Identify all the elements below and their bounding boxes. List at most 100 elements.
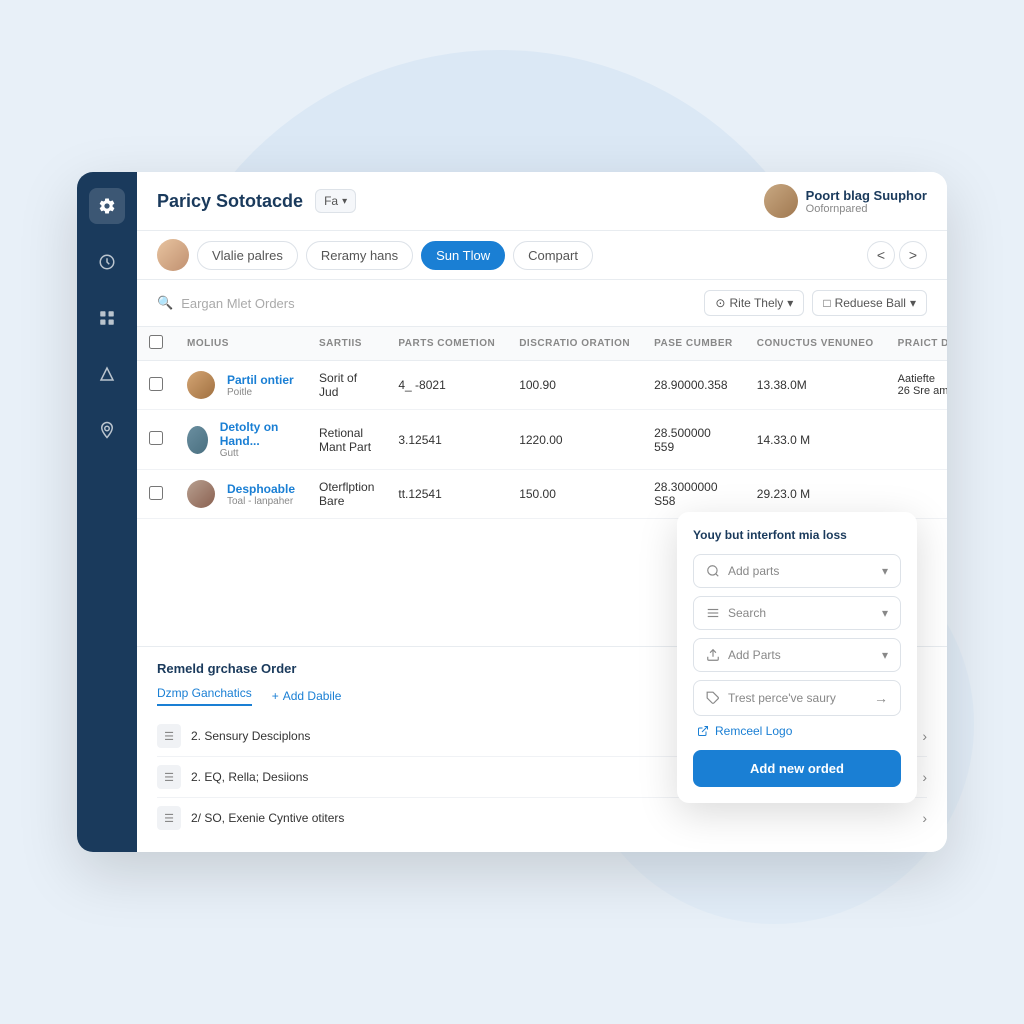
row-0-status: Sorit of Jud [307,361,386,410]
sidebar [77,172,137,852]
popup-link-label: Remceel Logo [715,724,792,738]
row-2-checkbox [137,470,175,519]
view-selector-label: Fa [324,194,338,208]
row-name-1[interactable]: Detolty on Hand... [220,420,295,448]
popup-item-arrow-label: Trest perce've saury [728,691,836,705]
list-item-arrow-0: › [922,728,927,744]
top-bar-left: Paricy Sototacde Fa ▾ [157,189,356,213]
col-checkbox [137,327,175,361]
bottom-tab-1[interactable]: Dzmp Ganchatics [157,686,252,706]
row-checkbox-2[interactable] [149,486,163,500]
top-bar-right: Poort blag Suuphor Oofornpared [764,184,927,218]
filter-icon-1: ⊙ [715,296,725,310]
list-icon-popup [706,606,720,620]
select-all-checkbox[interactable] [149,335,163,349]
table-row: Partil ontier Poitle Sorit of Jud 4_ -80… [137,361,947,410]
row-avatar-0 [187,371,215,399]
add-new-order-button[interactable]: Add new orded [693,750,901,787]
nav-tab-0[interactable]: Vlalie palres [197,241,298,270]
nav-tab-1[interactable]: Reramy hans [306,241,413,270]
row-0-desc: Aatiefte26 Sre am Hart [886,361,947,410]
row-checkbox-0[interactable] [149,377,163,391]
row-1-name: Detolty on Hand... Gutt [175,410,307,470]
popup-item-left: Trest perce've saury [706,691,836,705]
sub-nav-avatar [157,239,189,271]
sidebar-icon-gear[interactable] [89,188,125,224]
col-parts: PARTS COMETION [386,327,507,361]
user-name: Poort blag Suuphor [806,188,927,203]
popup-dropdown-3[interactable]: Add Parts ▾ [693,638,901,672]
row-name-2[interactable]: Desphoable [227,482,295,496]
list-item-text-0: 2. Sensury Desciplons [191,729,310,743]
row-0-case: 28.90000.358 [642,361,745,410]
row-checkbox-1[interactable] [149,431,163,445]
top-bar: Paricy Sototacde Fa ▾ Poort blag Suuphor… [137,172,947,231]
popup-dropdown-1[interactable]: Add parts ▾ [693,554,901,588]
plus-icon: + [272,689,279,703]
list-item-icon-0: ☰ [157,724,181,748]
sub-nav-arrows: < > [867,241,927,269]
col-praict: PRAICT DESCRIBTION [886,327,947,361]
list-item-icon-1: ☰ [157,765,181,789]
col-contact: CONUCTUS VENUNEO [745,327,886,361]
popup-dropdown-left-2: Search [706,606,766,620]
col-sartiis: SARTIIS [307,327,386,361]
row-1-contact: 14.33.0 M [745,410,886,470]
col-molius: MOLIUS [175,327,307,361]
chevron-down-popup-1: ▾ [882,564,888,578]
search-placeholder[interactable]: Eargan Mlet Orders [181,296,294,311]
filter-btn-1[interactable]: ⊙ Rite Thely ▾ [704,290,804,316]
sidebar-icon-clock[interactable] [89,244,125,280]
add-dabile-button[interactable]: + Add Dabile [272,689,342,703]
sub-nav: Vlalie palres Reramy hans Sun Tlow Compa… [137,231,947,280]
search-filters: ⊙ Rite Thely ▾ □ Reduese Ball ▾ [704,290,927,316]
list-item-2[interactable]: ☰ 2/ SO, Exenie Cyntive otiters › [157,798,927,838]
row-2-status: Oterflption Bare [307,470,386,519]
list-item-arrow-1: › [922,769,927,785]
row-name-0[interactable]: Partil ontier [227,373,294,387]
nav-tab-2[interactable]: Sun Tlow [421,241,505,270]
chevron-down-popup-3: ▾ [882,648,888,662]
row-2-disc: 150.00 [507,470,642,519]
popup-dropdown-left-1: Add parts [706,564,779,578]
row-1-case: 28.500000 559 [642,410,745,470]
row-1-parts: 3.12541 [386,410,507,470]
user-text: Poort blag Suuphor Oofornpared [806,188,927,215]
view-selector[interactable]: Fa ▾ [315,189,356,213]
popup-overlay: Youy but interfont mia loss Add parts ▾ … [677,512,917,803]
row-avatar-2 [187,480,215,508]
upload-icon-popup [706,648,720,662]
sidebar-icon-grid[interactable] [89,300,125,336]
popup-dropdown-label-3: Add Parts [728,648,781,662]
sidebar-icon-triangle[interactable] [89,356,125,392]
col-pase: PASE CUMBER [642,327,745,361]
popup-dropdown-2[interactable]: Search ▾ [693,596,901,630]
nav-tab-3[interactable]: Compart [513,241,593,270]
filter-btn-2[interactable]: □ Reduese Ball ▾ [812,290,927,316]
table-row: Detolty on Hand... Gutt Retional Mant Pa… [137,410,947,470]
popup-item-arrow[interactable]: Trest perce've saury → [693,680,901,716]
row-2-name: Desphoable Toal - lanpaher [175,470,307,519]
list-item-text-2: 2/ SO, Exenie Cyntive otiters [191,811,344,825]
nav-prev-button[interactable]: < [867,241,895,269]
user-avatar [764,184,798,218]
browser-window: Paricy Sototacde Fa ▾ Poort blag Suuphor… [77,172,947,852]
row-1-status: Retional Mant Part [307,410,386,470]
filter-icon-2: □ [823,296,830,310]
popup-link[interactable]: Remceel Logo [697,724,901,738]
arrow-right-icon-popup: → [874,690,888,706]
popup-dropdown-label-2: Search [728,606,766,620]
list-item-icon-2: ☰ [157,806,181,830]
search-icon-popup-1 [706,564,720,578]
filter-label-2: Reduese Ball [835,296,906,310]
list-item-text-1: 2. EQ, Rella; Desiions [191,770,308,784]
search-icon: 🔍 [157,295,173,311]
table-header-row: MOLIUS SARTIIS PARTS COMETION DISCRATIO … [137,327,947,361]
popup-dropdown-label-1: Add parts [728,564,779,578]
row-0-contact: 13.38.0M [745,361,886,410]
list-item-arrow-2: › [922,810,927,826]
row-0-disc: 100.90 [507,361,642,410]
nav-next-button[interactable]: > [899,241,927,269]
name-cell-2: Desphoable Toal - lanpaher [187,480,295,508]
sidebar-icon-location[interactable] [89,412,125,448]
